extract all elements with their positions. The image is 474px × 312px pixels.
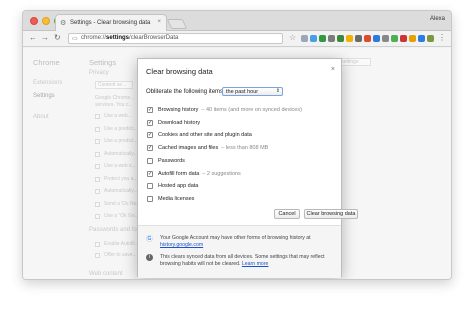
clear-option-row[interactable]: ✓ Download history [147,119,337,128]
time-range-value: the past hour [226,89,259,95]
extension-icon[interactable] [301,35,308,42]
clear-option-label: Autofill form data [158,170,200,177]
checked-checkbox[interactable]: ✓ [147,170,153,177]
extension-icon[interactable] [391,35,398,42]
dialog-close-icon[interactable]: × [331,66,335,73]
close-window-button[interactable] [30,17,38,25]
extension-icon[interactable] [427,35,434,42]
clear-option-label: Cookies and other site and plugin data [158,132,252,139]
cancel-button[interactable]: Cancel [274,209,300,219]
extension-icon[interactable] [382,35,389,42]
clear-browsing-data-button[interactable]: Clear browsing data [304,209,358,219]
menu-icon[interactable]: ⋮ [438,33,446,42]
history-google-link[interactable]: history.google.com [160,242,203,248]
clear-option-row[interactable]: ✓ Browsing history – 40 items (and more on… [147,107,337,115]
extension-icon[interactable] [400,35,407,42]
tab-title: Settings - Clear browsing data [70,20,151,26]
clear-option-text: Hosted app data [158,183,198,189]
toolbar: ← → ↻ ▭ chrome://settings/clearBrowserDa… [23,31,451,47]
browser-window: ⚙ Settings - Clear browsing data × Alexa… [22,10,452,280]
dialog-footer: G Your Google Account may have other for… [138,225,341,278]
google-g-icon: G [146,235,153,242]
dialog-title: Clear browsing data [146,67,213,76]
clear-option-label: Download history [158,119,201,126]
clear-option-row[interactable]: Media licenses [147,195,337,204]
clear-option-text: Cached images and files – less than 808 M… [158,145,268,151]
forward-arrow-icon[interactable]: → [41,33,49,42]
clear-option-note: – less than 808 MB [221,145,269,152]
new-tab-button[interactable] [166,19,188,29]
unchecked-checkbox[interactable] [147,183,153,190]
google-account-sentence: Your Google Account may have other forms… [160,235,311,241]
clear-option-row[interactable]: ✓ Cached images and files – less than 808 … [147,145,337,153]
browser-tab[interactable]: ⚙ Settings - Clear browsing data × [55,14,167,31]
clear-option-text: Passwords [158,158,185,164]
bookmark-star-icon[interactable]: ☆ [289,33,296,42]
extension-icon[interactable] [355,35,362,42]
unchecked-checkbox[interactable] [147,157,153,164]
extension-icon[interactable] [310,35,317,42]
extension-icon[interactable] [373,35,380,42]
clear-option-label: Passwords [158,157,185,164]
clear-option-label: Browsing history [158,107,199,113]
checked-checkbox[interactable]: ✓ [147,119,153,126]
extension-icon[interactable] [409,35,416,42]
dropdown-arrows-icon: ⇕ [275,88,280,94]
clear-option-row[interactable]: ✓ Cookies and other site and plugin data [147,132,337,140]
extension-icon[interactable] [328,35,335,42]
clear-option-text: Autofill form data – 2 suggestions [158,171,241,177]
page-icon: ▭ [72,36,78,42]
clear-option-note: – 40 items (and more on synced devices) [201,107,302,113]
extension-icon[interactable] [364,35,371,42]
clear-option-label: Hosted app data [158,183,199,190]
address-bar[interactable]: ▭ chrome://settings/clearBrowserData [68,33,283,44]
checked-checkbox[interactable]: ✓ [147,107,153,113]
clear-option-row[interactable]: ✓ Autofill form data – 2 suggestions [147,170,337,179]
checked-checkbox[interactable]: ✓ [147,145,153,152]
clear-option-text: Media licenses [158,196,194,202]
clear-option-text: Cookies and other site and plugin data [158,132,252,138]
back-arrow-icon[interactable]: ← [29,33,37,42]
url-prefix: chrome:// [81,35,107,41]
google-account-text: Your Google Account may have other forms… [160,235,335,249]
sync-text: This clears synced data from all devices… [160,254,335,268]
extension-icon[interactable] [319,35,326,42]
checked-checkbox[interactable]: ✓ [147,132,153,139]
extension-icon[interactable] [418,35,425,42]
title-bar: ⚙ Settings - Clear browsing data × Alexa [23,11,451,31]
clear-option-text: Browsing history – 40 items (and more on … [158,107,302,113]
url-host: settings [106,35,130,41]
url-path: /clearBrowserData [129,35,179,41]
clear-option-note: – 2 suggestions [202,170,241,177]
info-icon: i [146,254,153,261]
learn-more-link[interactable]: Learn more [242,261,269,267]
clear-option-text: Download history [158,120,200,126]
unchecked-checkbox[interactable] [147,195,153,202]
time-range-select[interactable]: the past hour ⇕ [222,87,283,96]
profile-name[interactable]: Alexa [430,16,445,22]
reload-icon[interactable]: ↻ [54,33,61,42]
extension-icon[interactable] [337,35,344,42]
minimize-window-button[interactable] [42,17,50,25]
gear-icon: ⚙ [60,20,67,27]
extension-icon[interactable] [346,35,353,42]
clear-option-row[interactable]: Hosted app data [147,183,337,191]
clear-option-row[interactable]: Passwords [147,157,337,166]
clear-option-label: Media licenses [158,195,195,202]
clear-browsing-data-dialog: Clear browsing data × Obliterate the fol… [137,58,358,278]
clear-option-label: Cached images and files [158,145,219,152]
tab-close-icon[interactable]: × [157,19,161,25]
